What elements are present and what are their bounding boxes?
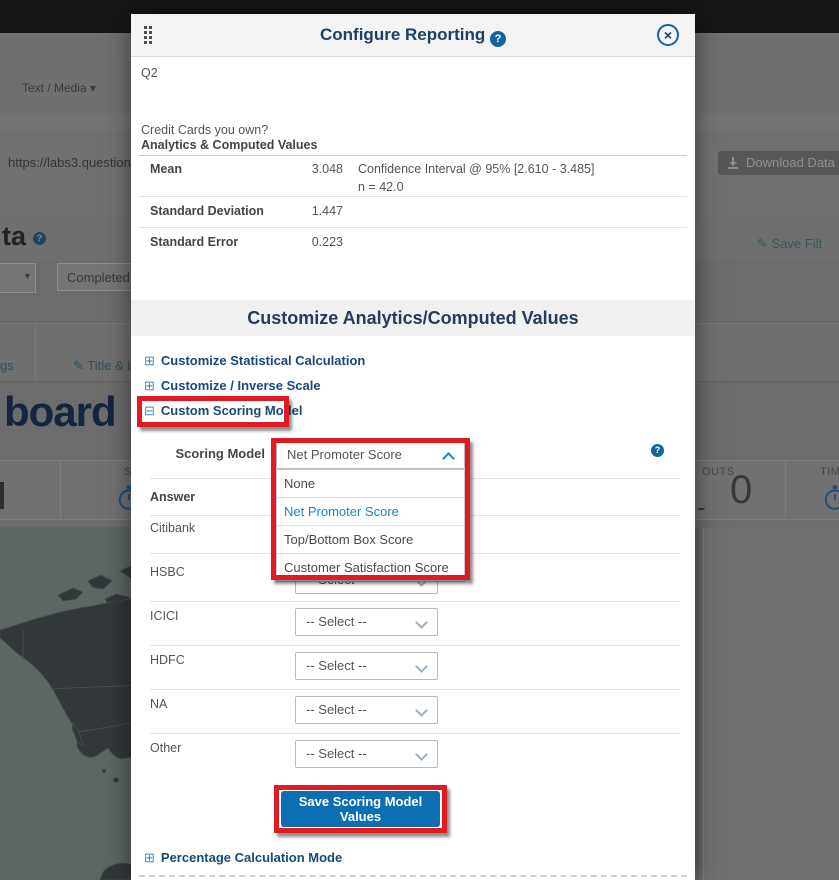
stat-value: 3.048 (251, 162, 343, 176)
answer-score-select[interactable]: -- Select -- (295, 652, 438, 680)
screen: Text / Media ▾ https://labs3.questionpr … (0, 0, 839, 880)
chevron-down-icon (415, 748, 428, 761)
divider (150, 601, 680, 602)
answer-label: HSBC (150, 565, 185, 579)
answer-score-select[interactable]: -- Select -- (295, 740, 438, 768)
tile-divider (785, 460, 786, 520)
answer-label: NA (150, 697, 167, 711)
collapse-icon: ⊟ (144, 403, 155, 418)
select-placeholder: -- Select -- (306, 614, 367, 629)
chevron-down-icon (415, 616, 428, 629)
pencil-icon: ✎ (73, 358, 84, 373)
section-label: Customize Statistical Calculation (161, 353, 365, 368)
save-filter-label: Save Filt (772, 236, 823, 251)
close-icon[interactable]: × (657, 24, 679, 46)
stat-label: Standard Error (150, 235, 238, 249)
modal-title-text: Configure Reporting (320, 25, 485, 44)
survey-url[interactable]: https://labs3.questionpr (8, 155, 133, 170)
answer-label: Other (150, 741, 181, 755)
stat-value: 0.223 (251, 235, 343, 249)
scoring-model-select[interactable]: Net Promoter Score (276, 441, 465, 469)
answer-score-select[interactable]: -- Select -- (295, 608, 438, 636)
timer-icon (822, 485, 839, 511)
save-filter-link[interactable]: ✎ Save Filt (757, 236, 822, 252)
select-placeholder: -- Select -- (306, 658, 367, 673)
section-percentage-calculation[interactable]: ⊞ Percentage Calculation Mode (144, 850, 342, 866)
answer-score-select[interactable]: -- Select -- (295, 696, 438, 724)
expand-icon: ⊞ (144, 378, 155, 393)
scoring-model-value: Net Promoter Score (287, 447, 402, 462)
expand-icon: ⊞ (144, 353, 155, 368)
divider (139, 155, 687, 156)
save-scoring-model-button[interactable]: Save Scoring Model Values (281, 791, 440, 827)
dropdown-option[interactable]: Top/Bottom Box Score (277, 526, 464, 554)
customize-section-header: Customize Analytics/Computed Values (131, 300, 695, 336)
stat-label: Standard Deviation (150, 204, 264, 218)
section-label: Percentage Calculation Mode (161, 850, 342, 865)
dashed-divider (139, 875, 687, 877)
question-text: Credit Cards you own? (141, 123, 268, 137)
analytics-header: Analytics & Computed Values (141, 138, 317, 152)
dashboard-heading: board (4, 388, 116, 436)
answer-label: Citibank (150, 521, 195, 535)
answer-label: ICICI (150, 609, 178, 623)
download-data-label: Download Data (746, 155, 835, 170)
tile-time-label: TIM (820, 466, 839, 478)
section-custom-scoring-model[interactable]: ⊟ Custom Scoring Model (144, 403, 302, 419)
stat-note: Confidence Interval @ 95% [2.610 - 3.485… (358, 162, 594, 176)
help-icon[interactable]: ? (490, 31, 506, 47)
tab-settings[interactable]: gs (0, 358, 14, 373)
pencil-icon: ✎ (757, 236, 768, 251)
answer-column-header: Answer (150, 490, 195, 504)
help-icon[interactable]: ? (33, 232, 46, 245)
countries-card: Countries Unknown IN Total (703, 528, 839, 880)
dropdown-option[interactable]: None (277, 470, 464, 498)
divider (139, 196, 687, 197)
download-icon (726, 156, 740, 170)
divider (150, 689, 680, 690)
tile-dropouts-value: 0 (730, 468, 752, 513)
question-code: Q2 (141, 66, 158, 80)
dropdown-option[interactable]: Customer Satisfaction Score (277, 554, 464, 581)
tile-number-fragment (0, 482, 4, 509)
caret-down-icon: ▾ (90, 81, 96, 95)
tab-divider (35, 323, 36, 380)
divider (150, 645, 680, 646)
caret-down-icon: ▼ (23, 271, 32, 281)
status-filter-value: Completed (67, 270, 130, 285)
section-label: Custom Scoring Model (161, 403, 303, 418)
divider (150, 733, 680, 734)
select-placeholder: -- Select -- (306, 702, 367, 717)
section-statistical-calculation[interactable]: ⊞ Customize Statistical Calculation (144, 353, 365, 369)
chevron-down-icon (415, 660, 428, 673)
data-page-title: ta (2, 221, 26, 252)
section-label: Customize / Inverse Scale (161, 378, 321, 393)
scoring-model-dropdown-list: None Net Promoter Score Top/Bottom Box S… (276, 469, 465, 582)
tab-title-label: Title & L (87, 358, 134, 373)
answer-label: HDFC (150, 653, 185, 667)
expand-icon: ⊞ (144, 850, 155, 865)
section-inverse-scale[interactable]: ⊞ Customize / Inverse Scale (144, 378, 321, 394)
chevron-up-icon (442, 452, 455, 465)
tile-divider (60, 460, 61, 520)
chevron-down-icon (415, 704, 428, 717)
stat-label: Mean (150, 162, 182, 176)
configure-reporting-modal: Configure Reporting ? × Q2 Credit Cards … (131, 14, 695, 880)
scoring-model-label: Scoring Model (131, 446, 265, 461)
tab-title-layout[interactable]: ✎ Title & L (73, 358, 135, 374)
modal-title: Configure Reporting ? (131, 25, 695, 47)
select-placeholder: -- Select -- (306, 746, 367, 761)
tile-dropouts-prefix: - (697, 492, 706, 523)
divider (139, 227, 687, 228)
text-media-label: Text / Media (22, 81, 87, 95)
world-map (0, 527, 140, 880)
text-media-dropdown[interactable]: Text / Media ▾ (0, 63, 119, 113)
stat-value: 1.447 (251, 204, 343, 218)
stat-note: n = 42.0 (358, 180, 404, 194)
dropdown-option[interactable]: Net Promoter Score (277, 498, 464, 526)
help-icon[interactable]: ? (651, 444, 664, 457)
